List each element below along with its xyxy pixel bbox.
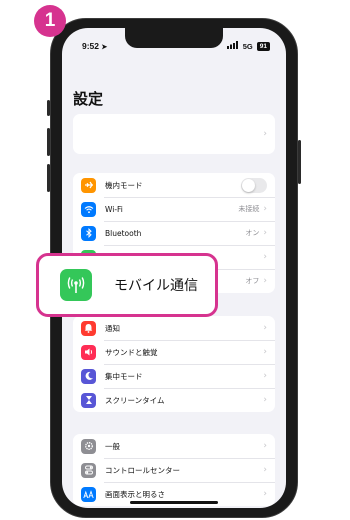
settings-row-notifications[interactable]: 通知 › (73, 316, 275, 340)
settings-row-label: コントロールセンター (105, 465, 180, 475)
status-time: 9:52 ➤ (82, 41, 108, 51)
highlight-callout-cellular[interactable]: モバイル通信 (36, 253, 218, 317)
home-indicator (130, 501, 218, 504)
speaker-icon (81, 344, 96, 360)
settings-row-label: サウンドと触覚 (105, 347, 158, 357)
phone-power-button (298, 140, 301, 184)
settings-row-value: オン (245, 229, 260, 237)
display-icon (81, 486, 96, 502)
wifi-icon (81, 201, 96, 217)
settings-row-control-center[interactable]: コントロールセンター › (73, 458, 275, 482)
page-title: 設定 (73, 90, 104, 108)
step-number-badge: 1 (34, 5, 66, 37)
settings-row-label: Bluetooth (105, 228, 142, 238)
chevron-right-icon: › (263, 276, 267, 286)
settings-row-value: オフ (245, 277, 260, 285)
chevron-right-icon: › (263, 323, 267, 333)
settings-row-label: 機内モード (105, 180, 143, 190)
bell-icon (81, 320, 96, 336)
status-indicators: 5G 91 (226, 41, 270, 51)
hourglass-icon (81, 392, 96, 408)
chevron-right-icon: › (263, 465, 267, 475)
chevron-right-icon: › (263, 371, 267, 381)
apple-account-card[interactable]: › (73, 114, 275, 154)
settings-group-general: 一般 › コントロールセンター › 画面表示と明るさ › (73, 434, 275, 506)
chevron-right-icon: › (263, 228, 267, 238)
dynamic-island-notch (125, 28, 223, 48)
battery-icon: 91 (256, 41, 270, 51)
settings-row-general[interactable]: 一般 › (73, 434, 275, 458)
settings-row-label: 通知 (105, 323, 120, 333)
chevron-right-icon: › (263, 395, 267, 405)
control-center-icon (81, 462, 96, 478)
phone-volume-down-button (47, 164, 50, 192)
settings-row-label: 集中モード (105, 371, 143, 381)
cellular-icon (60, 269, 92, 301)
settings-row-label: Wi-Fi (105, 204, 123, 214)
chevron-right-icon: › (263, 489, 267, 499)
chevron-right-icon: › (263, 204, 267, 214)
gear-icon (81, 438, 96, 454)
signal-bars-icon (226, 41, 239, 51)
chevron-right-icon: › (263, 347, 267, 357)
chevron-right-icon: › (263, 252, 267, 262)
settings-row-label: スクリーンタイム (105, 395, 165, 405)
bluetooth-icon (81, 225, 96, 241)
callout-label: モバイル通信 (114, 278, 198, 294)
phone-volume-up-button (47, 128, 50, 156)
settings-row-airplane-mode[interactable]: 機内モード (73, 173, 275, 197)
settings-group-notifications: 通知 › サウンドと触覚 › 集中モード › スクリーンタイム › (73, 316, 275, 412)
airplane-mode-toggle[interactable] (241, 177, 267, 193)
settings-row-label: 一般 (105, 441, 120, 451)
chevron-right-icon: › (263, 129, 267, 139)
network-type: 5G (242, 41, 253, 51)
settings-row-wifi[interactable]: Wi-Fi 未接続 › (73, 197, 275, 221)
location-arrow-icon: ➤ (101, 44, 108, 51)
settings-row-bluetooth[interactable]: Bluetooth オン › (73, 221, 275, 245)
moon-icon (81, 368, 96, 384)
airplane-icon (81, 177, 96, 193)
phone-action-button (47, 100, 50, 116)
settings-row-value: 未接続 (238, 205, 260, 213)
settings-row-focus[interactable]: 集中モード › (73, 364, 275, 388)
settings-row-label: 画面表示と明るさ (105, 489, 165, 499)
settings-row-sounds[interactable]: サウンドと触覚 › (73, 340, 275, 364)
settings-row-screen-time[interactable]: スクリーンタイム › (73, 388, 275, 412)
chevron-right-icon: › (263, 441, 267, 451)
